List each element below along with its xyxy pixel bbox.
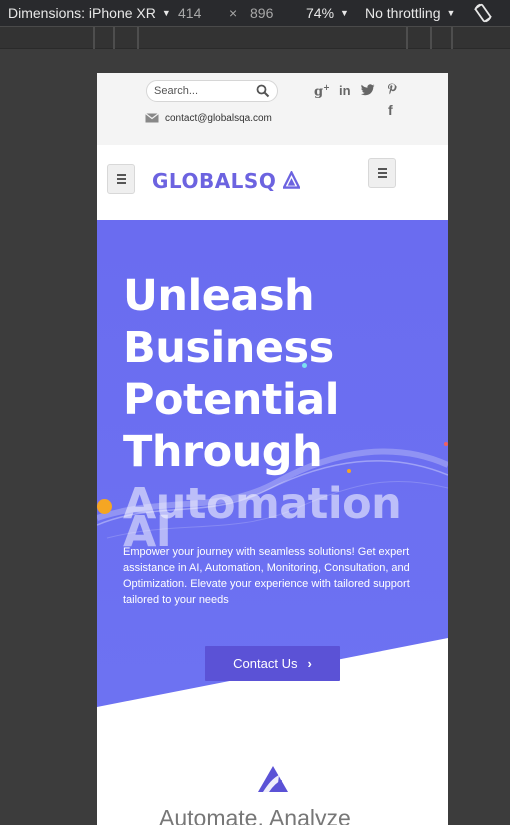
ruler-tick — [137, 27, 139, 49]
device-label: Dimensions: iPhone XR — [8, 5, 156, 21]
envelope-icon — [145, 113, 159, 123]
rotate-icon[interactable] — [471, 1, 495, 25]
zoom-label: 74% — [306, 5, 335, 21]
section-logo-icon — [258, 766, 288, 792]
linkedin-icon[interactable]: in — [339, 83, 351, 98]
ruler-tick — [406, 27, 408, 49]
ruler-tick — [113, 27, 115, 49]
headline-line: Potential — [123, 375, 339, 425]
headline-line: Through — [123, 427, 323, 477]
hero-description: Empower your journey with seamless solut… — [123, 546, 410, 606]
zoom-dropdown[interactable]: 74% ▼ — [306, 5, 349, 21]
section-tagline: Automate, Analyze — [159, 805, 351, 825]
search-box — [146, 80, 278, 102]
device-dropdown[interactable]: Dimensions: iPhone XR ▼ — [8, 5, 171, 21]
red-dot — [444, 442, 448, 446]
contact-us-button[interactable]: Contact Us › — [205, 646, 340, 681]
hero-headline: Unleash Business Potential Through Autom… — [123, 270, 443, 558]
contact-us-label: Contact Us — [233, 656, 298, 671]
ruler-tick — [430, 27, 432, 49]
contact-email[interactable]: contact@globalsqa.com — [165, 113, 272, 124]
height-field[interactable]: 896 — [250, 5, 273, 21]
right-menu-button[interactable] — [368, 158, 396, 188]
site-logo[interactable]: GLOBALSQ — [152, 169, 276, 193]
times-sign: × — [229, 5, 238, 21]
left-menu-button[interactable] — [107, 164, 135, 194]
chevron-down-icon: ▼ — [446, 8, 456, 18]
chevron-down-icon: ▼ — [161, 8, 171, 18]
devtools-toolbar: Dimensions: iPhone XR ▼ 414 × 896 74% ▼ … — [0, 0, 510, 27]
search-input[interactable] — [154, 81, 254, 101]
ruler-tick — [93, 27, 95, 49]
throttle-dropdown[interactable]: No throttling ▼ — [365, 5, 455, 21]
orange-dot — [97, 499, 112, 514]
top-info-bar: g+ in f contact@globalsqa.com — [97, 73, 448, 145]
ruler-tick — [451, 27, 453, 49]
media-query-ruler — [0, 27, 510, 49]
facebook-icon[interactable]: f — [388, 102, 393, 118]
google-plus-icon[interactable]: g+ — [314, 82, 330, 99]
logo-triangle-icon — [283, 171, 300, 189]
twitter-icon[interactable] — [361, 84, 375, 96]
site-header: GLOBALSQ — [97, 145, 448, 222]
chevron-down-icon: ▼ — [340, 8, 349, 18]
headline-line: Business — [123, 323, 334, 373]
pinterest-icon[interactable] — [387, 83, 397, 97]
search-icon[interactable] — [256, 84, 270, 98]
headline-line: Unleash — [123, 271, 315, 321]
throttle-label: No throttling — [365, 5, 441, 21]
chevron-right-icon: › — [307, 656, 312, 671]
width-field[interactable]: 414 — [178, 5, 201, 21]
device-viewport: g+ in f contact@globalsqa.com GLOBALSQ — [97, 73, 448, 825]
hero-section: Unleash Business Potential Through Autom… — [97, 220, 448, 720]
